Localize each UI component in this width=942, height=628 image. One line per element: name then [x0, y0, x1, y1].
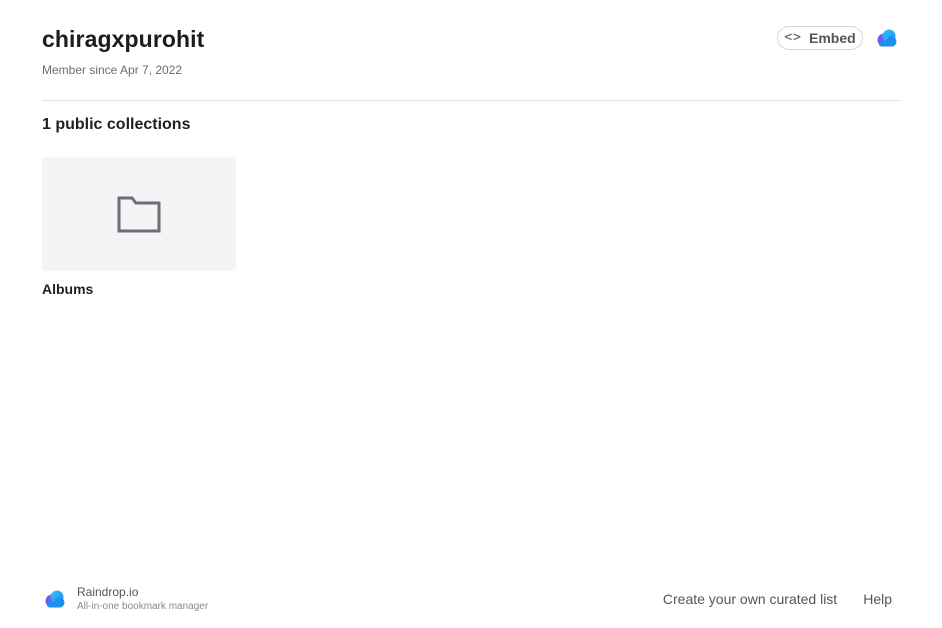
footer-tagline: All-in-one bookmark manager	[77, 601, 209, 612]
footer-links: Create your own curated list Help	[663, 590, 892, 608]
raindrop-cloud-icon[interactable]	[876, 28, 898, 48]
embed-button[interactable]: <> Embed	[777, 26, 863, 50]
profile-header: chiragxpurohit Member since Apr 7, 2022 …	[42, 24, 900, 101]
collection-thumbnail[interactable]	[42, 157, 236, 271]
collection-title[interactable]: Albums	[42, 280, 236, 298]
folder-icon	[117, 196, 161, 233]
help-link[interactable]: Help	[863, 590, 892, 608]
code-icon: <>	[784, 30, 802, 45]
footer-brand-link[interactable]: Raindrop.io	[77, 585, 138, 600]
footer: Raindrop.io All-in-one bookmark manager …	[42, 584, 900, 616]
page-title: chiragxpurohit	[42, 26, 205, 52]
embed-button-label: Embed	[808, 30, 856, 46]
create-curated-list-link[interactable]: Create your own curated list	[663, 590, 837, 608]
raindrop-cloud-icon[interactable]	[44, 589, 66, 609]
member-since-text: Member since Apr 7, 2022	[42, 63, 183, 77]
collections-heading: 1 public collections	[42, 116, 191, 133]
collection-card[interactable]: Albums	[42, 157, 236, 298]
